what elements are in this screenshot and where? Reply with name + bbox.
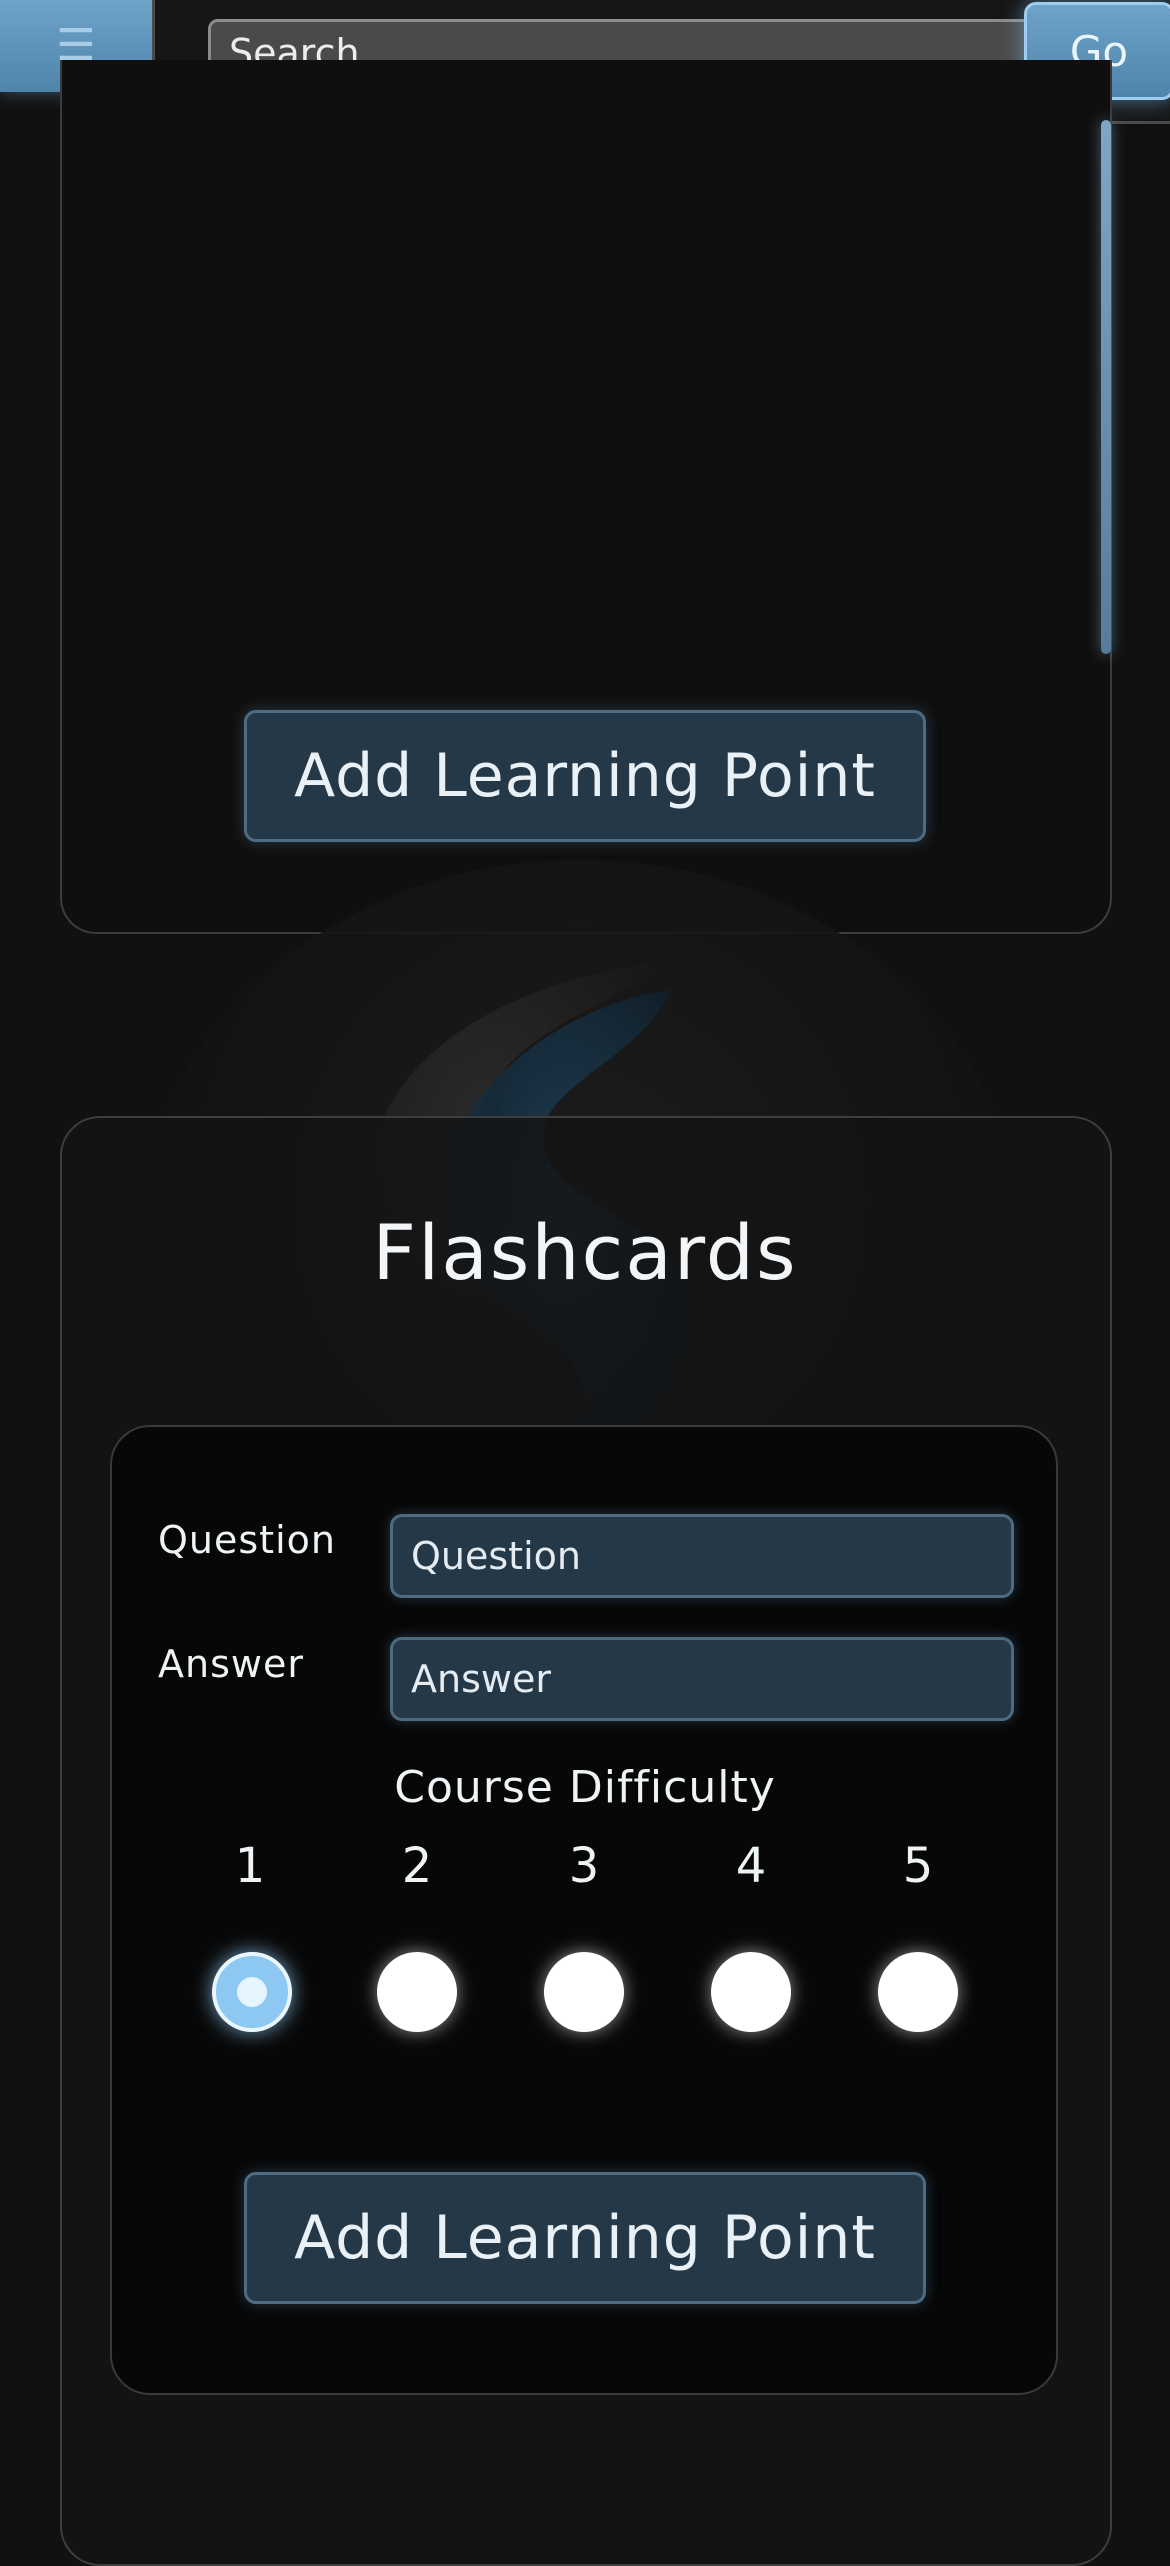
flashcards-title: Flashcards (372, 1208, 798, 1297)
answer-input[interactable] (390, 1637, 1014, 1721)
difficulty-radio-2[interactable] (377, 1952, 457, 2032)
difficulty-label-2: 2 (401, 1838, 433, 1894)
course-difficulty-title: Course Difficulty (394, 1762, 776, 1813)
scrollbar[interactable] (1101, 120, 1111, 654)
difficulty-label-4: 4 (735, 1838, 767, 1894)
difficulty-label-1: 1 (234, 1838, 266, 1894)
question-label: Question (158, 1518, 336, 1562)
difficulty-label-5: 5 (902, 1838, 934, 1894)
difficulty-radio-3[interactable] (544, 1952, 624, 2032)
answer-label: Answer (158, 1642, 304, 1686)
difficulty-label-3: 3 (568, 1838, 600, 1894)
difficulty-radio-5[interactable] (878, 1952, 958, 2032)
add-flashcard-button[interactable]: Add Learning Point (244, 2172, 926, 2304)
question-input[interactable] (390, 1514, 1014, 1598)
difficulty-radio-1[interactable] (212, 1952, 292, 2032)
difficulty-radio-4[interactable] (711, 1952, 791, 2032)
add-learning-point-button[interactable]: Add Learning Point (244, 710, 926, 842)
